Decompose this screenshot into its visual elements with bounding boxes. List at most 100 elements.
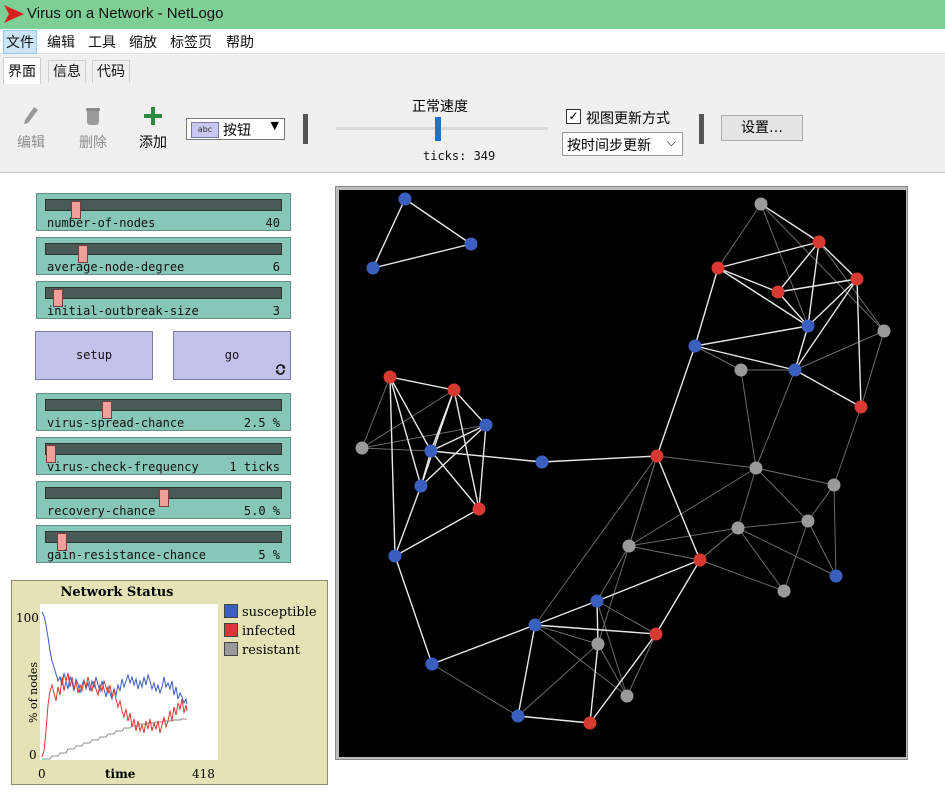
- legend-swatch: [224, 642, 238, 656]
- resistant-node[interactable]: [731, 521, 745, 535]
- network-link: [389, 376, 455, 391]
- slider-virus-spread-chance[interactable]: virus-spread-chance 2.5 %: [36, 393, 291, 431]
- update-mode-value: 按时间步更新: [567, 138, 651, 154]
- slider-number-of-nodes[interactable]: number-of-nodes 40: [36, 193, 291, 231]
- infected-node[interactable]: [650, 449, 664, 463]
- network-link: [453, 389, 480, 510]
- resistant-node[interactable]: [622, 539, 636, 553]
- menu-tabs[interactable]: 标签页: [168, 32, 214, 52]
- infected-node[interactable]: [854, 400, 868, 414]
- slider-initial-outbreak-size[interactable]: initial-outbreak-size 3: [36, 281, 291, 319]
- susceptible-node[interactable]: [535, 455, 549, 469]
- tab-code[interactable]: 代码: [92, 60, 130, 83]
- infected-node[interactable]: [850, 272, 864, 286]
- slider-recovery-chance[interactable]: recovery-chance 5.0 %: [36, 481, 291, 519]
- susceptible-node[interactable]: [528, 618, 542, 632]
- network-link-dim: [597, 643, 628, 697]
- menu-edit[interactable]: 编辑: [45, 32, 77, 52]
- susceptible-node[interactable]: [398, 192, 412, 206]
- network-status-plot[interactable]: Network Status 100 0 0 418 time % of nod…: [11, 580, 328, 785]
- infected-node[interactable]: [472, 502, 486, 516]
- network-link: [394, 555, 433, 665]
- add-button[interactable]: 添加: [136, 106, 170, 152]
- speed-slider-track[interactable]: [336, 127, 548, 130]
- slider-gain-resistance-chance[interactable]: gain-resistance-chance 5 %: [36, 525, 291, 563]
- network-link-dim: [755, 467, 835, 486]
- slider-track[interactable]: [45, 243, 282, 263]
- resistant-node[interactable]: [777, 584, 791, 598]
- slider-thumb[interactable]: [158, 489, 169, 507]
- susceptible-node[interactable]: [479, 418, 493, 432]
- infected-node[interactable]: [771, 285, 785, 299]
- slider-track[interactable]: [45, 487, 282, 507]
- resistant-node[interactable]: [754, 197, 768, 211]
- network-link-dim: [737, 527, 785, 592]
- resistant-node[interactable]: [591, 637, 605, 651]
- slider-name: number-of-nodes: [47, 216, 156, 230]
- network-link: [694, 267, 719, 347]
- setup-button[interactable]: setup: [35, 331, 153, 380]
- infected-node[interactable]: [583, 716, 597, 730]
- slider-average-node-degree[interactable]: average-node-degree 6: [36, 237, 291, 275]
- network-link-dim: [737, 520, 809, 529]
- go-button[interactable]: go: [173, 331, 291, 380]
- network-link-dim: [699, 559, 785, 592]
- netlogo-logo-icon: [4, 5, 24, 23]
- susceptible-node[interactable]: [590, 594, 604, 608]
- infected-node[interactable]: [447, 383, 461, 397]
- infected-node[interactable]: [812, 235, 826, 249]
- slider-track[interactable]: [45, 199, 282, 219]
- menu-file[interactable]: 文件: [3, 30, 37, 54]
- menu-zoom[interactable]: 缩放: [127, 32, 159, 52]
- resistant-node[interactable]: [801, 514, 815, 528]
- slider-track[interactable]: [45, 287, 282, 307]
- susceptible-node[interactable]: [511, 709, 525, 723]
- susceptible-node[interactable]: [425, 657, 439, 671]
- resistant-node[interactable]: [620, 689, 634, 703]
- infected-node[interactable]: [649, 627, 663, 641]
- resistant-node[interactable]: [749, 461, 763, 475]
- world-view[interactable]: [339, 190, 906, 757]
- slider-name: recovery-chance: [47, 504, 156, 518]
- susceptible-node[interactable]: [464, 237, 478, 251]
- delete-button[interactable]: 删除: [76, 106, 110, 152]
- susceptible-node[interactable]: [366, 261, 380, 275]
- widget-type-dropdown[interactable]: abc 按钮 ▼: [186, 118, 285, 140]
- forever-loop-icon: [275, 364, 286, 375]
- settings-button[interactable]: 设置…: [721, 115, 803, 141]
- speed-slider-thumb[interactable]: [434, 117, 441, 141]
- slider-track[interactable]: [45, 531, 282, 551]
- resistant-node[interactable]: [827, 478, 841, 492]
- infected-node[interactable]: [711, 261, 725, 275]
- susceptible-node[interactable]: [829, 569, 843, 583]
- infected-node[interactable]: [383, 370, 397, 384]
- susceptible-node[interactable]: [688, 339, 702, 353]
- tab-info[interactable]: 信息: [48, 60, 86, 83]
- chevron-down-icon: ⌵: [666, 135, 676, 149]
- slider-track[interactable]: [45, 399, 282, 419]
- network-link: [717, 267, 809, 327]
- ticks-counter: ticks: 349: [423, 149, 496, 163]
- resistant-node[interactable]: [734, 363, 748, 377]
- edit-button[interactable]: 编辑: [14, 106, 48, 152]
- slider-value: 3: [272, 304, 280, 318]
- susceptible-node[interactable]: [388, 549, 402, 563]
- susceptible-node[interactable]: [424, 444, 438, 458]
- infected-node[interactable]: [693, 553, 707, 567]
- chevron-down-icon: ▼: [270, 119, 279, 132]
- slider-track[interactable]: [45, 443, 282, 463]
- menu-tools[interactable]: 工具: [86, 32, 118, 52]
- menu-help[interactable]: 帮助: [224, 32, 256, 52]
- susceptible-node[interactable]: [414, 479, 428, 493]
- resistant-node[interactable]: [355, 441, 369, 455]
- resistant-node[interactable]: [877, 324, 891, 338]
- network-link: [655, 559, 701, 635]
- view-update-checkbox[interactable]: ✓: [566, 109, 581, 124]
- susceptible-node[interactable]: [788, 363, 802, 377]
- tab-interface[interactable]: 界面: [3, 57, 41, 85]
- susceptible-node[interactable]: [801, 319, 815, 333]
- network-link: [534, 624, 657, 635]
- update-mode-select[interactable]: 按时间步更新 ⌵: [562, 132, 683, 156]
- slider-virus-check-frequency[interactable]: virus-check-frequency 1 ticks: [36, 437, 291, 475]
- network-link: [389, 376, 422, 487]
